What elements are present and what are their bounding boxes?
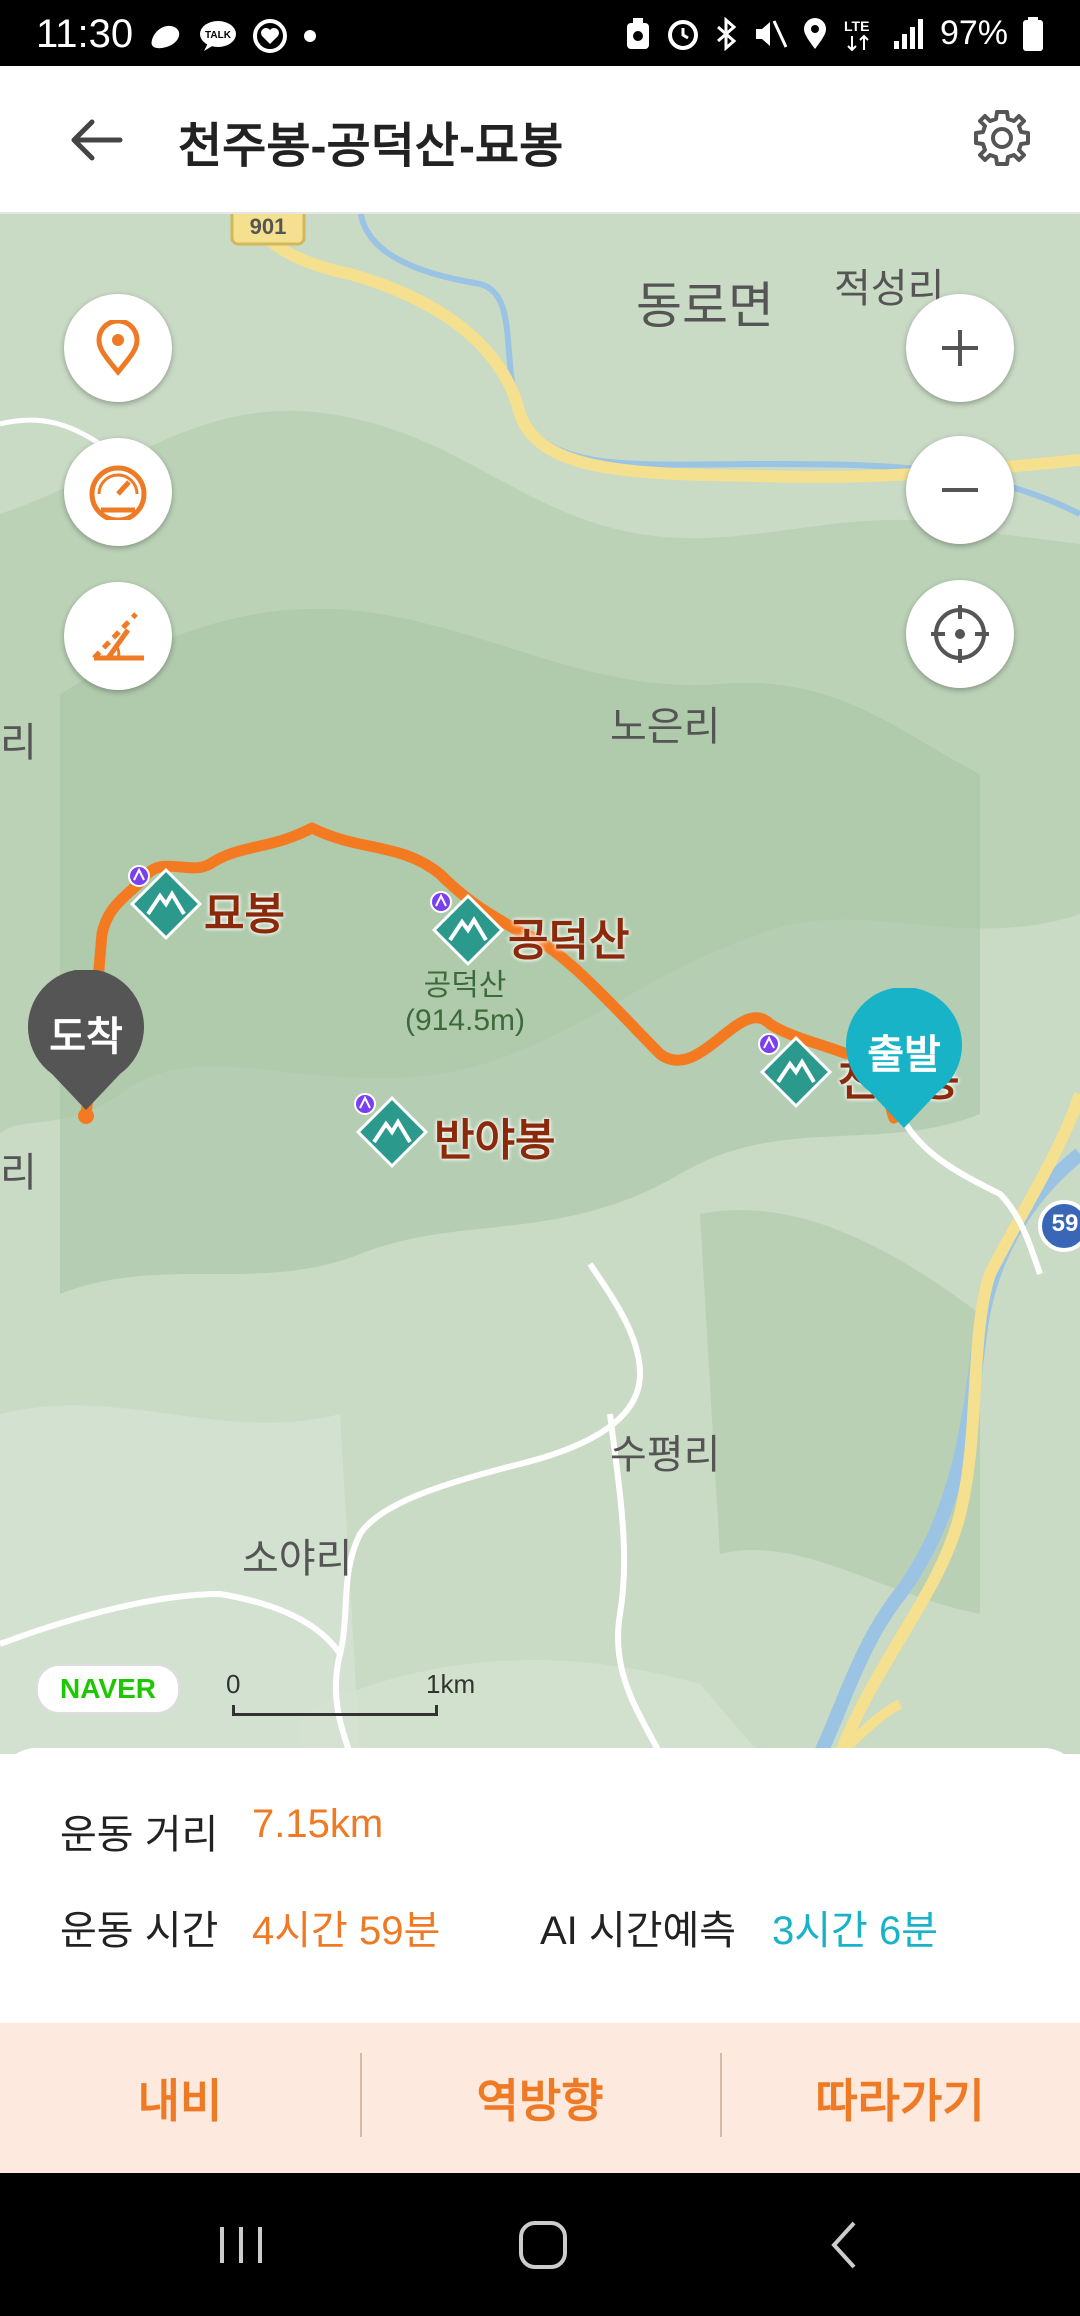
location-icon	[803, 17, 826, 49]
recent-apps-icon[interactable]	[206, 2213, 276, 2277]
bluetooth-icon	[716, 16, 737, 51]
zoom-out-button[interactable]	[906, 436, 1014, 544]
scale-bar	[232, 1705, 438, 1716]
location-button[interactable]	[64, 294, 172, 402]
peak-sub-name: 공덕산	[423, 969, 507, 1002]
alarm-icon	[626, 17, 649, 49]
road-shield-top: 901	[250, 214, 287, 239]
distance-label: 운동 거리	[60, 1813, 219, 1857]
naver-logo: NAVER	[36, 1664, 180, 1714]
svg-text:LTE: LTE	[844, 18, 869, 34]
ai-time-value: 3시간 6분	[772, 1909, 939, 1953]
gear-icon[interactable]	[970, 106, 1034, 170]
crosshair-icon	[931, 605, 989, 663]
slope-icon	[92, 612, 144, 661]
signal-icon	[893, 18, 923, 49]
clock-icon	[667, 19, 698, 50]
lte-icon: LTE	[844, 18, 869, 51]
back-arrow-icon[interactable]	[66, 110, 126, 170]
peak-marker-cheonju[interactable]	[756, 1032, 836, 1117]
place-soya: 소야리	[242, 1537, 353, 1581]
mute-icon	[755, 19, 788, 48]
start-marker[interactable]: 출발	[842, 987, 966, 1139]
time-value: 4시간 59분	[252, 1909, 441, 1953]
page-title: 천주봉-공덕산-묘봉	[178, 120, 564, 173]
distance-value: 7.15km	[252, 1802, 384, 1846]
app-bar: 천주봉-공덕산-묘봉	[0, 66, 1080, 214]
svg-text:TALK: TALK	[205, 30, 232, 41]
peak-marker-banyabong[interactable]	[352, 1092, 432, 1177]
mountain-peak-icon	[128, 865, 203, 941]
end-marker-label: 도착	[49, 1015, 123, 1059]
status-bar: 11:30 TALK LTE 97%	[0, 0, 1080, 66]
place-ri-edge-1: 리	[0, 721, 37, 765]
start-marker-label: 출발	[867, 1033, 941, 1077]
end-marker[interactable]: 도착	[24, 969, 148, 1121]
location-pin-icon	[96, 320, 140, 376]
time-label: 운동 시간	[60, 1909, 219, 1953]
action-bar: 내비 역방향 따라가기	[0, 2023, 1080, 2173]
scale-max: 1km	[426, 1669, 476, 1699]
place-dongro: 동로면	[636, 278, 774, 334]
peak-label-myobong: 묘봉	[204, 890, 285, 939]
reverse-button[interactable]: 역방향	[360, 2023, 720, 2173]
dot-icon	[304, 30, 316, 42]
status-time: 11:30	[36, 12, 134, 56]
mountain-peak-icon	[354, 1093, 429, 1169]
zoom-in-icon	[942, 330, 978, 366]
peak-marker-myobong[interactable]	[126, 864, 206, 949]
place-noeun: 노은리	[610, 705, 721, 749]
peak-sub-gongdeok: 공덕산 (914.5m)	[400, 960, 530, 1038]
map-view[interactable]: 901 동로면 적성리 노은리 수평리 소야리 리 리 59 묘봉 공덕산 공덕…	[0, 214, 1080, 1754]
talk-icon: TALK	[200, 21, 236, 51]
back-nav-icon[interactable]	[810, 2213, 880, 2277]
peak-sub-elevation: (914.5m)	[404, 1004, 526, 1037]
place-supyeong: 수평리	[610, 1433, 721, 1477]
road-shield-59: 59	[1051, 1210, 1079, 1237]
map-scale: 0 1km	[226, 1669, 475, 1716]
home-icon[interactable]	[508, 2213, 578, 2277]
ai-time-label: AI 시간예측	[540, 1909, 737, 1953]
follow-button[interactable]: 따라가기	[720, 2023, 1080, 2173]
battery-text: 97%	[939, 14, 1008, 52]
peak-label-banyabong: 반야봉	[434, 1116, 556, 1165]
navi-button[interactable]: 내비	[0, 2023, 360, 2173]
speed-button[interactable]	[64, 438, 172, 546]
battery-icon	[1023, 16, 1043, 51]
speedometer-icon	[89, 465, 147, 520]
system-nav-bar	[0, 2173, 1080, 2316]
peak-label-gongdeok: 공덕산	[508, 916, 630, 965]
heart-app-icon	[253, 19, 287, 53]
slope-button[interactable]	[64, 582, 172, 690]
zoom-out-icon	[942, 488, 978, 492]
my-location-button[interactable]	[906, 580, 1014, 688]
map-terrain: 901	[0, 214, 1080, 1754]
scale-min: 0	[226, 1669, 241, 1699]
shoe-icon	[151, 25, 180, 49]
mountain-peak-icon	[758, 1033, 833, 1109]
place-ri-edge-2: 리	[0, 1151, 37, 1195]
stats-panel: 운동 거리 7.15km 운동 시간 4시간 59분 AI 시간예측 3시간 6…	[0, 1748, 1080, 2023]
mountain-peak-icon	[430, 891, 505, 967]
zoom-in-button[interactable]	[906, 294, 1014, 402]
